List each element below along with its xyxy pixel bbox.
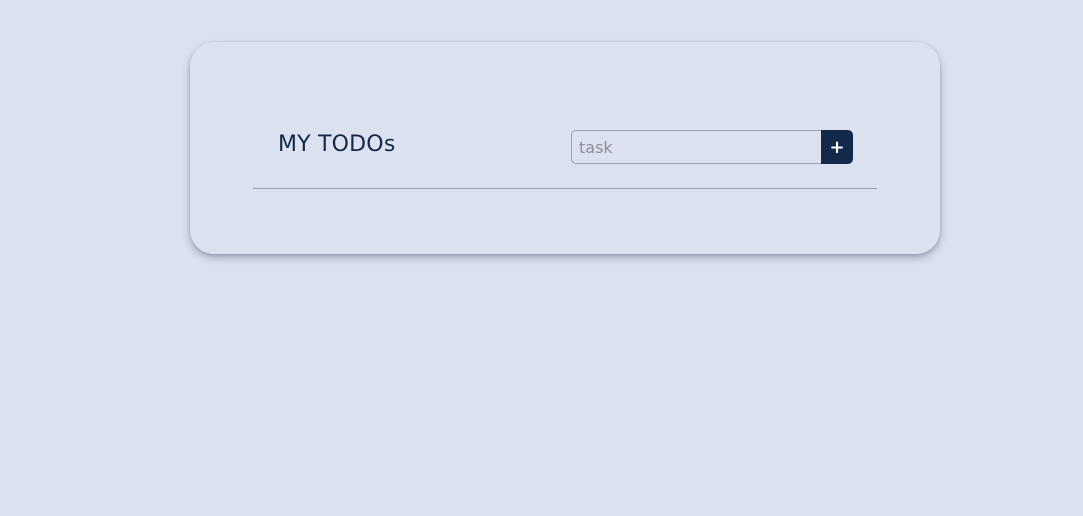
- page-title: MY TODOs: [278, 132, 396, 157]
- divider: [253, 188, 877, 189]
- add-task-button[interactable]: +: [821, 130, 853, 164]
- task-input[interactable]: [571, 130, 821, 164]
- todo-header: MY TODOs +: [253, 130, 853, 164]
- add-task-form: +: [571, 130, 853, 164]
- todo-card: MY TODOs +: [190, 42, 940, 254]
